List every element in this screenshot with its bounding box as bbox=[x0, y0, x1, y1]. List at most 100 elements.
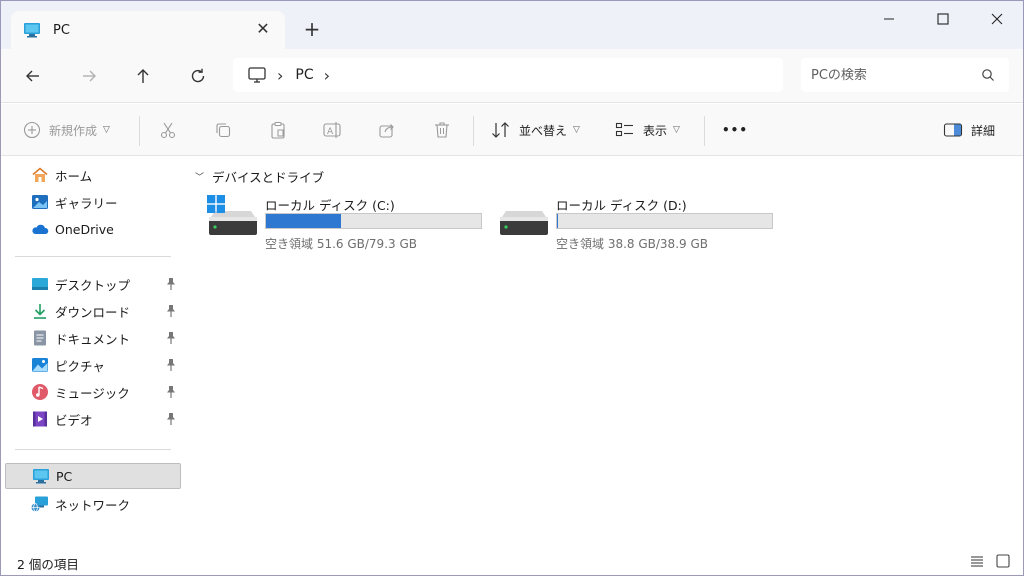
view-icon bbox=[615, 122, 633, 137]
copy-button[interactable] bbox=[214, 116, 232, 144]
sidebar-item-label: ミュージック bbox=[55, 385, 130, 401]
pictures-icon bbox=[31, 356, 49, 374]
pc-icon bbox=[32, 467, 50, 485]
tiles-view-button[interactable] bbox=[995, 553, 1013, 569]
new-button[interactable]: 新規作成 ▽ bbox=[23, 116, 110, 144]
up-button[interactable] bbox=[129, 63, 157, 89]
drive-free-space: 空き領域 38.8 GB/38.9 GB bbox=[556, 237, 708, 251]
trash-icon bbox=[435, 122, 449, 138]
share-button[interactable] bbox=[378, 116, 396, 144]
group-header-devices[interactable]: ﹀ デバイスとドライブ bbox=[195, 167, 324, 186]
sidebar-item-network[interactable]: ネットワーク bbox=[5, 491, 181, 517]
close-window-button[interactable] bbox=[975, 5, 1019, 33]
sidebar-item-label: OneDrive bbox=[55, 221, 114, 237]
delete-button[interactable] bbox=[433, 116, 451, 144]
sidebar-item-desktop[interactable]: デスクトップ bbox=[5, 271, 181, 297]
cloud-icon bbox=[31, 220, 49, 238]
add-icon bbox=[23, 121, 41, 139]
pc-icon bbox=[23, 21, 41, 39]
sidebar-item-label: ダウンロード bbox=[55, 304, 131, 320]
sidebar-item-documents[interactable]: ドキュメント bbox=[5, 325, 181, 351]
more-options-button[interactable]: ••• bbox=[722, 116, 748, 144]
details-pane-icon bbox=[943, 123, 963, 137]
drive-usage-bar bbox=[265, 213, 482, 229]
status-bar: 2 個の項目 bbox=[1, 547, 1023, 575]
item-count: 2 個の項目 bbox=[17, 557, 79, 572]
view-label: 表示 bbox=[643, 123, 668, 138]
chevron-down-icon: ﹀ bbox=[195, 173, 205, 183]
gallery-icon bbox=[31, 193, 49, 211]
pin-icon[interactable] bbox=[165, 412, 177, 426]
pin-icon[interactable] bbox=[165, 277, 177, 291]
forward-button[interactable] bbox=[75, 63, 103, 89]
toolbar-divider bbox=[473, 116, 474, 146]
view-button[interactable]: 表示 ▽ bbox=[615, 116, 680, 144]
cut-button[interactable] bbox=[159, 116, 177, 144]
breadcrumb-chevron-icon[interactable]: › bbox=[277, 66, 283, 85]
scissors-icon bbox=[160, 122, 176, 139]
drive-c[interactable]: ローカル ディスク (C:) 空き領域 51.6 GB/79.3 GB bbox=[207, 195, 507, 255]
search-input[interactable] bbox=[811, 67, 971, 83]
sidebar-item-label: ピクチャ bbox=[55, 358, 105, 374]
pin-icon[interactable] bbox=[165, 385, 177, 399]
sidebar-item-pc[interactable]: PC bbox=[5, 463, 181, 489]
hard-drive-icon bbox=[500, 211, 548, 235]
refresh-button[interactable] bbox=[184, 63, 212, 89]
more-icon: ••• bbox=[722, 123, 749, 137]
sidebar-item-pictures[interactable]: ピクチャ bbox=[5, 352, 181, 378]
pin-icon[interactable] bbox=[165, 304, 177, 318]
title-bar: PC ✕ + bbox=[1, 1, 1023, 49]
arrow-left-icon bbox=[26, 70, 39, 82]
drive-d[interactable]: ローカル ディスク (D:) 空き領域 38.8 GB/38.9 GB bbox=[498, 195, 798, 255]
pin-icon[interactable] bbox=[165, 331, 177, 345]
tab-pc[interactable]: PC ✕ bbox=[11, 11, 285, 49]
address-field[interactable]: › PC › bbox=[233, 58, 783, 92]
address-bar: › PC › bbox=[1, 49, 1023, 103]
sidebar-item-home[interactable]: ホーム bbox=[5, 162, 181, 188]
maximize-button[interactable] bbox=[921, 5, 965, 33]
network-icon bbox=[31, 495, 49, 513]
new-tab-button[interactable]: + bbox=[301, 18, 323, 40]
rename-button[interactable]: A bbox=[323, 116, 343, 144]
breadcrumb-pc[interactable]: PC bbox=[295, 67, 313, 83]
arrow-up-icon bbox=[137, 69, 149, 83]
video-icon bbox=[31, 410, 49, 428]
sidebar-item-label: ギャラリー bbox=[55, 195, 118, 211]
hard-drive-icon bbox=[209, 211, 257, 235]
sidebar-item-gallery[interactable]: ギャラリー bbox=[5, 189, 181, 215]
music-icon bbox=[31, 383, 49, 401]
details-label: 詳細 bbox=[971, 123, 996, 138]
search-icon[interactable] bbox=[981, 68, 995, 82]
paste-button[interactable] bbox=[269, 116, 287, 144]
desktop-icon bbox=[31, 275, 49, 293]
tiles-view-icon bbox=[996, 554, 1010, 568]
details-view-button[interactable] bbox=[969, 553, 987, 569]
breadcrumb-chevron-icon[interactable]: › bbox=[324, 66, 330, 85]
minimize-button[interactable] bbox=[867, 5, 911, 33]
sidebar-item-music[interactable]: ミュージック bbox=[5, 379, 181, 405]
file-explorer-window: PC ✕ + › PC › PCの検索 新規作成 ▽ A 並べ替え ▽ 表示 ▽… bbox=[0, 0, 1024, 576]
tab-title: PC bbox=[53, 22, 70, 38]
sidebar-item-label: PC bbox=[56, 468, 73, 484]
sidebar-item-downloads[interactable]: ダウンロード bbox=[5, 298, 181, 324]
sort-label: 並べ替え bbox=[519, 123, 568, 138]
copy-icon bbox=[216, 123, 231, 138]
navigation-pane: ホーム ギャラリー OneDrive デスクトップ ダウンロード ドキュメント bbox=[1, 157, 187, 547]
new-label: 新規作成 bbox=[49, 123, 98, 138]
search-box[interactable] bbox=[801, 58, 1009, 92]
sidebar-item-videos[interactable]: ビデオ bbox=[5, 406, 181, 432]
arrow-right-icon bbox=[83, 70, 96, 82]
details-pane-button[interactable]: 詳細 bbox=[943, 116, 995, 144]
sidebar-item-onedrive[interactable]: OneDrive bbox=[5, 216, 181, 242]
drive-usage-fill bbox=[557, 214, 558, 228]
pin-icon[interactable] bbox=[165, 358, 177, 372]
sort-button[interactable]: 並べ替え ▽ bbox=[491, 116, 580, 144]
windows-logo-icon bbox=[207, 195, 225, 213]
refresh-icon bbox=[191, 68, 205, 83]
download-icon bbox=[31, 302, 49, 320]
rename-icon: A bbox=[323, 122, 341, 138]
back-button[interactable] bbox=[19, 63, 47, 89]
close-tab-icon[interactable]: ✕ bbox=[255, 21, 271, 37]
drive-name: ローカル ディスク (D:) bbox=[556, 198, 687, 213]
clipboard-icon bbox=[271, 121, 285, 139]
